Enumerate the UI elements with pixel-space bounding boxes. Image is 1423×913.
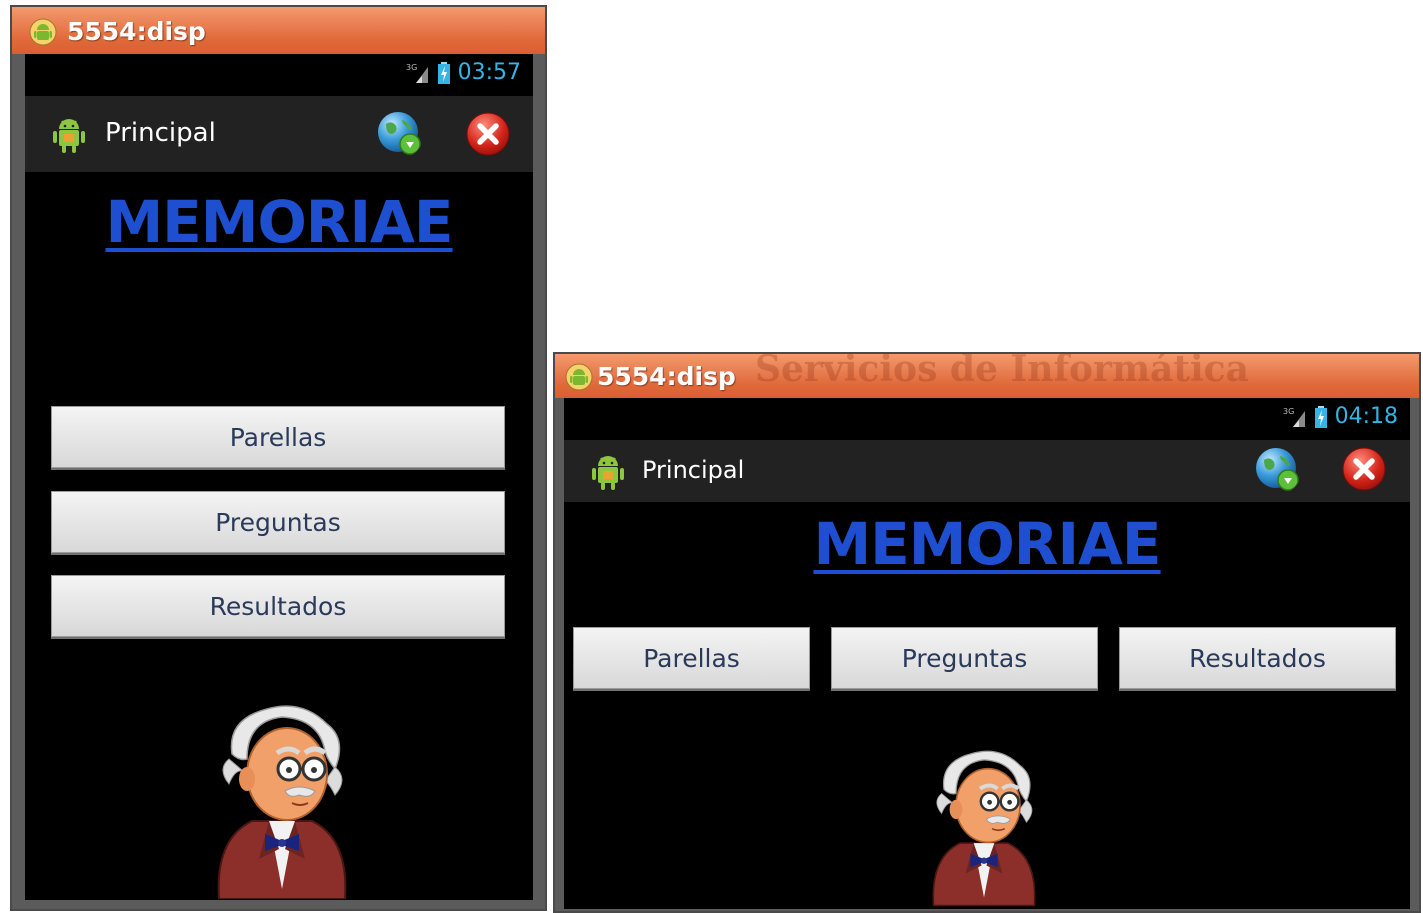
resultados-button[interactable]: Resultados <box>1119 627 1396 689</box>
preguntas-button[interactable]: Preguntas <box>51 491 505 553</box>
android-robot-icon <box>565 363 593 391</box>
close-icon[interactable] <box>1341 446 1387 492</box>
battery-charging-icon <box>1314 405 1327 428</box>
svg-text:3G: 3G <box>1283 407 1294 416</box>
signal-3g-icon: 3G <box>406 63 428 83</box>
device-screen: 3G 03:57 Principal MEMORIAE Parellas Pre… <box>25 54 533 900</box>
professor-illustration <box>932 750 1036 907</box>
device-screen: 3G 04:18 Principal MEMORIAE Parellas Pre… <box>564 398 1410 909</box>
window-title-bar[interactable]: Servicios de Informática 5554:disp <box>555 354 1419 398</box>
window-background-text: Servicios de Informática <box>755 352 1249 390</box>
parellas-button[interactable]: Parellas <box>573 627 810 689</box>
app-heading: MEMORIAE <box>813 510 1161 578</box>
window-title-bar[interactable]: 5554:disp <box>12 7 545 54</box>
android-robot-icon <box>29 18 57 46</box>
activity-title: Principal <box>642 456 745 484</box>
resultados-button[interactable]: Resultados <box>51 575 505 637</box>
activity-title: Principal <box>105 118 216 148</box>
action-bar: Principal <box>564 440 1410 502</box>
globe-icon[interactable] <box>376 110 424 158</box>
android-launcher-icon[interactable] <box>588 452 628 492</box>
close-icon[interactable] <box>465 111 511 157</box>
window-title: 5554:disp <box>67 17 206 46</box>
globe-icon[interactable] <box>1254 446 1302 494</box>
preguntas-button[interactable]: Preguntas <box>831 627 1098 689</box>
app-heading: MEMORIAE <box>105 188 453 256</box>
professor-illustration <box>217 705 347 899</box>
status-clock: 03:57 <box>457 60 521 85</box>
status-bar: 3G 03:57 <box>25 54 533 96</box>
status-bar: 3G 04:18 <box>564 398 1410 440</box>
status-clock: 04:18 <box>1334 404 1398 429</box>
emulator-window-landscape: Servicios de Informática 5554:disp 3G 04… <box>553 352 1421 913</box>
emulator-window-portrait: 5554:disp 3G 03:57 Principal MEMORIAE Pa… <box>10 5 547 911</box>
svg-text:3G: 3G <box>406 63 417 72</box>
signal-3g-icon: 3G <box>1283 407 1305 427</box>
battery-charging-icon <box>437 61 450 84</box>
window-title: 5554:disp <box>597 362 736 391</box>
parellas-button[interactable]: Parellas <box>51 406 505 468</box>
android-launcher-icon[interactable] <box>49 115 89 155</box>
action-bar: Principal <box>25 96 533 172</box>
